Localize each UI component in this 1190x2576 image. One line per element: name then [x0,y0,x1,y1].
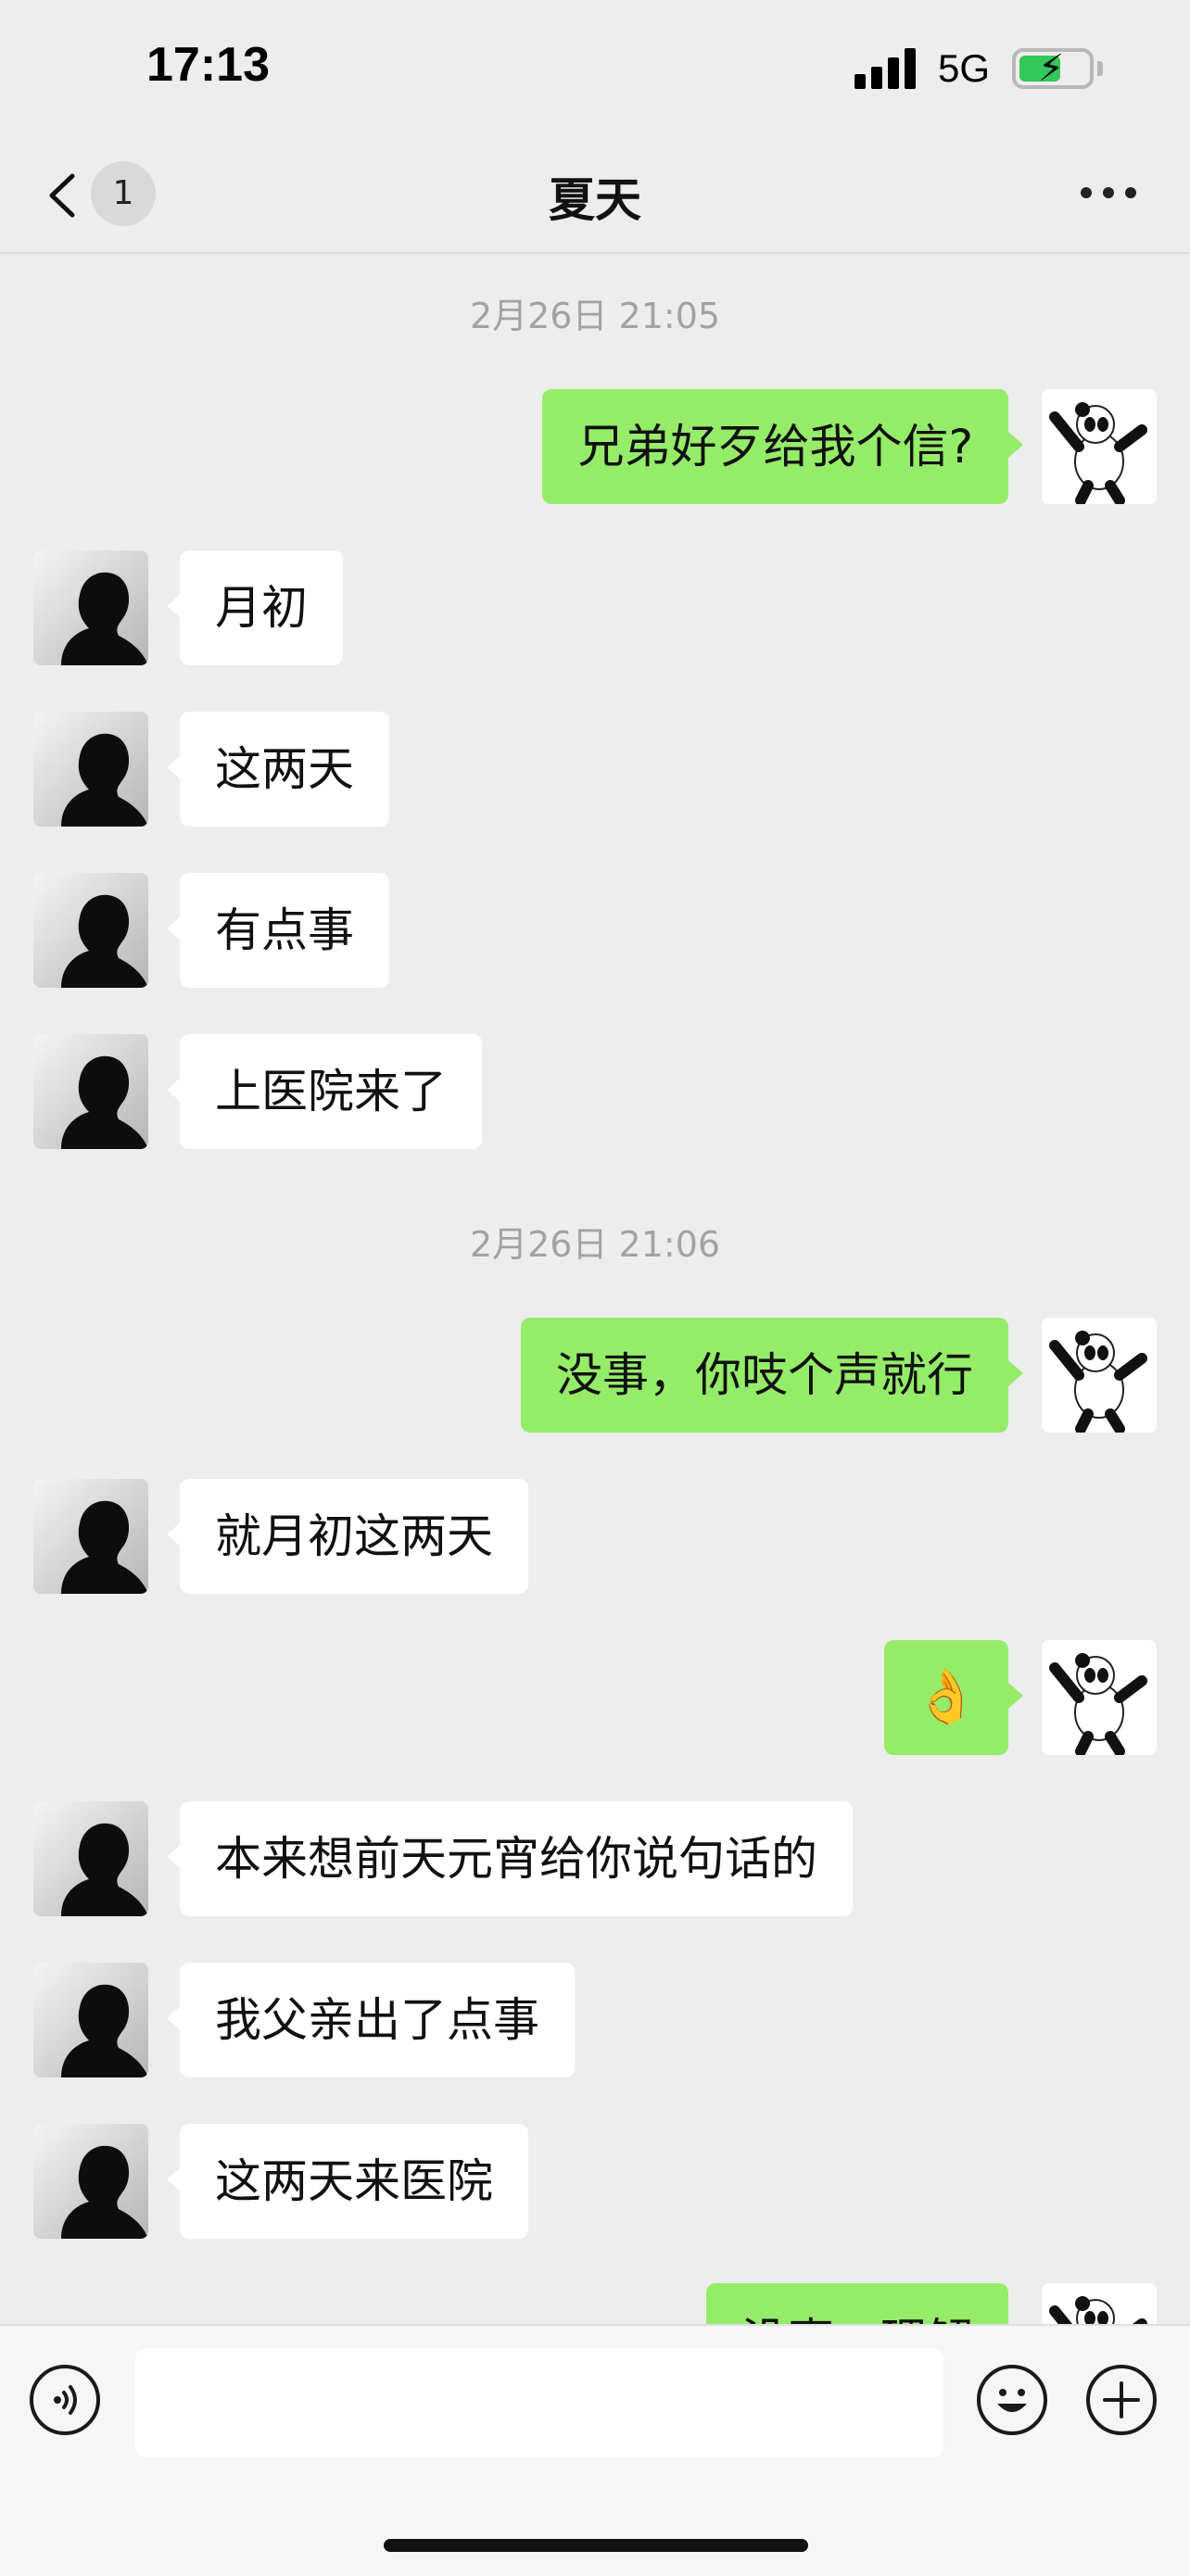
received-bubble[interactable]: 月初 [167,550,343,665]
message-list[interactable]: 2月26日 21:05 兄弟好歹给我个信? 月初 这两天 有点事 上医院来了 2… [0,254,1190,2324]
signal-icon [855,46,921,89]
timestamp: 2月26日 21:05 [469,296,721,336]
emoji-icon[interactable] [977,2365,1047,2435]
silhouette-avatar[interactable] [33,2124,148,2239]
received-bubble[interactable]: 这两天来医院 [167,2124,528,2239]
received-bubble[interactable]: 就月初这两天 [167,1479,528,1594]
received-bubble[interactable]: 本来想前天元宵给你说句话的 [167,1801,853,1916]
plus-icon[interactable] [1086,2365,1157,2435]
message-row-received: 有点事 [0,873,1190,988]
nav-bar: 1 夏天 [0,139,1190,254]
status-bar: 17:13 5G ⚡ [0,0,1190,139]
silhouette-avatar[interactable] [33,550,148,665]
received-bubble[interactable]: 有点事 [167,873,389,988]
silhouette-avatar[interactable] [33,1479,148,1594]
battery-tip [1097,61,1103,76]
message-input[interactable] [135,2348,943,2457]
status-time: 17:13 [146,38,270,92]
silhouette-avatar[interactable] [33,873,148,988]
silhouette-avatar[interactable] [33,712,148,827]
panda-avatar[interactable] [1042,1640,1157,1755]
panda-avatar[interactable] [1042,2283,1157,2324]
message-row-received: 上医院来了 [0,1034,1190,1149]
message-row-sent: 没事，你吱个声就行 [0,1318,1190,1433]
sent-bubble[interactable]: 兄弟好歹给我个信? [542,389,1023,504]
home-indicator[interactable] [384,2539,808,2552]
received-bubble[interactable]: 这两天 [167,712,389,827]
message-row-received: 这两天 [0,712,1190,827]
message-row-sent: 兄弟好歹给我个信? [0,389,1190,504]
received-bubble[interactable]: 上医院来了 [167,1034,482,1149]
voice-icon[interactable] [30,2365,100,2435]
message-row-sent: 没事，理解 [0,2283,1190,2324]
message-row-sent: 👌 [0,1640,1190,1755]
chat-title: 夏天 [549,173,641,227]
battery-icon: ⚡ [1012,48,1094,89]
panda-avatar[interactable] [1042,1318,1157,1433]
silhouette-avatar[interactable] [33,1963,148,2077]
more-options-icon[interactable] [1081,183,1136,206]
network-label: 5G [938,46,991,90]
message-row-received: 本来想前天元宵给你说句话的 [0,1801,1190,1916]
message-row-received: 就月初这两天 [0,1479,1190,1594]
silhouette-avatar[interactable] [33,1801,148,1916]
silhouette-avatar[interactable] [33,1034,148,1149]
message-row-received: 我父亲出了点事 [0,1963,1190,2077]
message-row-received: 月初 [0,550,1190,665]
charging-bolt-icon: ⚡ [1038,47,1065,90]
message-row-received: 这两天来医院 [0,2124,1190,2239]
sent-bubble[interactable]: 没事，理解 [706,2283,1008,2324]
timestamp: 2月26日 21:06 [469,1224,721,1265]
sent-bubble-ok-hand[interactable]: 👌 [884,1640,1023,1755]
sent-bubble[interactable]: 没事，你吱个声就行 [521,1318,1023,1433]
panda-avatar[interactable] [1042,389,1157,504]
received-bubble[interactable]: 我父亲出了点事 [167,1963,575,2077]
